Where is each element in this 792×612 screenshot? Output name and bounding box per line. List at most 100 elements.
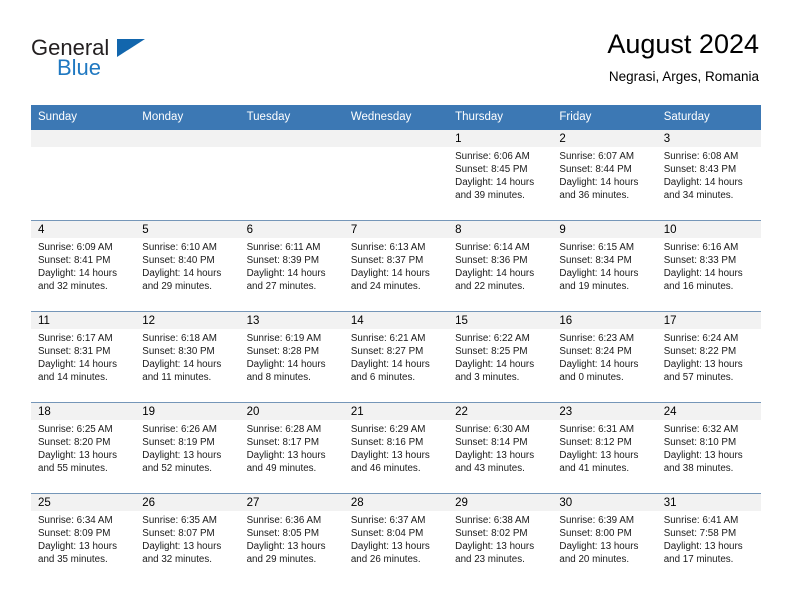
sunset-text: Sunset: 8:25 PM [455,345,528,357]
day-number: 9 [552,221,657,238]
day-cell[interactable]: 8 Sunrise: 6:14 AM Sunset: 8:36 PM Daylight… [448,221,553,311]
day-cell[interactable]: 20 Sunrise: 6:28 AM Sunset: 8:17 PM Dayligh… [239,403,344,493]
sunrise-text: Sunrise: 6:06 AM [455,151,530,162]
day-cell[interactable]: 22 Sunrise: 6:30 AM Sunset: 8:14 PM Dayligh… [448,403,553,493]
day-cell[interactable]: 13 Sunrise: 6:19 AM Sunset: 8:28 PM Dayligh… [239,312,344,402]
day-details: Sunrise: 6:38 AM Sunset: 8:02 PM Daylight:… [448,511,552,567]
day-number: 27 [239,494,344,511]
day-number: 21 [343,403,449,420]
day-cell[interactable]: 4 Sunrise: 6:09 AM Sunset: 8:41 PM Daylight… [31,221,136,311]
day-number: 20 [239,403,344,420]
daylight-text: Daylight: 13 hours and 55 minutes. [38,449,117,474]
day-number: 7 [343,221,449,238]
day-details: Sunrise: 6:19 AM Sunset: 8:28 PM Daylight:… [240,329,344,385]
general-blue-logo[interactable]: General Blue [31,36,151,84]
sunrise-text: Sunrise: 6:35 AM [142,515,217,526]
day-cell[interactable]: 6 Sunrise: 6:11 AM Sunset: 8:39 PM Daylight… [239,221,344,311]
day-cell[interactable]: 9 Sunrise: 6:15 AM Sunset: 8:34 PM Daylight… [552,221,657,311]
daylight-text: Daylight: 14 hours and 8 minutes. [246,358,326,383]
day-cell[interactable]: 19 Sunrise: 6:26 AM Sunset: 8:19 PM Dayligh… [135,403,240,493]
daylight-text: Daylight: 14 hours and 29 minutes. [142,267,222,292]
sunset-text: Sunset: 8:27 PM [350,345,424,357]
day-cell[interactable]: 14 Sunrise: 6:21 AM Sunset: 8:27 PM Dayligh… [343,312,449,402]
calendar-week-row: 18 Sunrise: 6:25 AM Sunset: 8:20 PM Dayligh… [31,402,761,493]
sunrise-text: Sunrise: 6:09 AM [38,242,113,253]
day-details: Sunrise: 6:34 AM Sunset: 8:09 PM Daylight:… [31,511,135,567]
day-cell[interactable]: 17 Sunrise: 6:24 AM Sunset: 8:22 PM Dayligh… [656,312,761,402]
daylight-text: Daylight: 13 hours and 46 minutes. [350,449,430,474]
daylight-text: Daylight: 13 hours and 52 minutes. [142,449,222,474]
day-cell[interactable]: 28 Sunrise: 6:37 AM Sunset: 8:04 PM Dayligh… [343,494,449,584]
triangle-icon [117,39,145,57]
day-cell[interactable]: 29 Sunrise: 6:38 AM Sunset: 8:02 PM Dayligh… [448,494,553,584]
daylight-text: Daylight: 13 hours and 20 minutes. [559,540,639,565]
day-cell[interactable]: 27 Sunrise: 6:36 AM Sunset: 8:05 PM Dayligh… [239,494,344,584]
calendar-week-row: 25 Sunrise: 6:34 AM Sunset: 8:09 PM Dayligh… [31,493,761,584]
daylight-text: Daylight: 13 hours and 38 minutes. [663,449,743,474]
day-cell[interactable]: 30 Sunrise: 6:39 AM Sunset: 8:00 PM Dayligh… [552,494,657,584]
day-cell-empty [239,130,344,220]
day-cell-empty [135,130,240,220]
day-details: Sunrise: 6:26 AM Sunset: 8:19 PM Daylight:… [135,420,239,476]
day-cell[interactable]: 18 Sunrise: 6:25 AM Sunset: 8:20 PM Dayligh… [31,403,136,493]
day-number: 29 [448,494,553,511]
title-block: August 2024 Negrasi, Arges, Romania [607,28,759,85]
sunset-text: Sunset: 8:07 PM [142,527,215,539]
day-cell[interactable]: 24 Sunrise: 6:32 AM Sunset: 8:10 PM Dayligh… [656,403,761,493]
sunset-text: Sunset: 8:39 PM [246,254,319,266]
daylight-text: Daylight: 14 hours and 11 minutes. [142,358,222,383]
day-number: 5 [135,221,240,238]
weekday-header-wednesday: Wednesday [350,111,412,123]
sunset-text: Sunset: 8:19 PM [142,436,215,448]
day-cell[interactable]: 15 Sunrise: 6:22 AM Sunset: 8:25 PM Dayligh… [448,312,553,402]
day-cell[interactable]: 21 Sunrise: 6:29 AM Sunset: 8:16 PM Dayligh… [343,403,449,493]
sunset-text: Sunset: 8:05 PM [246,527,319,539]
weekday-header-sunday: Sunday [38,111,78,123]
day-cell[interactable]: 10 Sunrise: 6:16 AM Sunset: 8:33 PM Dayligh… [656,221,761,311]
daylight-text: Daylight: 14 hours and 24 minutes. [350,267,430,292]
day-cell[interactable]: 2 Sunrise: 6:07 AM Sunset: 8:44 PM Daylight… [552,130,657,220]
day-cell[interactable]: 26 Sunrise: 6:35 AM Sunset: 8:07 PM Dayligh… [135,494,240,584]
sunrise-text: Sunrise: 6:19 AM [246,333,322,344]
sunrise-text: Sunrise: 6:38 AM [455,515,530,526]
day-details: Sunrise: 6:17 AM Sunset: 8:31 PM Daylight:… [31,329,135,385]
day-number: 22 [448,403,553,420]
sunrise-text: Sunrise: 6:08 AM [663,151,739,162]
day-details: Sunrise: 6:32 AM Sunset: 8:10 PM Daylight:… [657,420,761,476]
page-title: August 2024 [607,29,759,59]
sunrise-text: Sunrise: 6:28 AM [246,424,322,435]
day-cell[interactable]: 31 Sunrise: 6:41 AM Sunset: 7:58 PM Dayligh… [656,494,761,584]
sunset-text: Sunset: 8:31 PM [38,345,111,357]
day-cell[interactable]: 11 Sunrise: 6:17 AM Sunset: 8:31 PM Dayligh… [31,312,136,402]
daylight-text: Daylight: 14 hours and 19 minutes. [559,267,639,292]
daylight-text: Daylight: 14 hours and 32 minutes. [38,267,117,292]
day-cell[interactable]: 12 Sunrise: 6:18 AM Sunset: 8:30 PM Dayligh… [135,312,240,402]
day-details: Sunrise: 6:35 AM Sunset: 8:07 PM Daylight:… [135,511,239,567]
day-details: Sunrise: 6:18 AM Sunset: 8:30 PM Daylight:… [135,329,239,385]
day-cell[interactable]: 25 Sunrise: 6:34 AM Sunset: 8:09 PM Dayligh… [31,494,136,584]
sunset-text: Sunset: 8:37 PM [350,254,424,266]
daylight-text: Daylight: 13 hours and 23 minutes. [455,540,535,565]
day-details: Sunrise: 6:07 AM Sunset: 8:44 PM Daylight:… [552,147,656,203]
day-number: 26 [135,494,240,511]
calendar-week-row: 11 Sunrise: 6:17 AM Sunset: 8:31 PM Dayligh… [31,311,761,402]
day-details: Sunrise: 6:06 AM Sunset: 8:45 PM Daylight:… [448,147,552,203]
day-number: 23 [552,403,657,420]
sunset-text: Sunset: 8:16 PM [350,436,424,448]
sunset-text: Sunset: 8:10 PM [663,436,737,448]
weekday-header-monday: Monday [142,111,184,123]
daylight-text: Daylight: 14 hours and 22 minutes. [455,267,535,292]
day-number [239,130,344,147]
sunrise-text: Sunrise: 6:39 AM [559,515,635,526]
day-number: 4 [31,221,136,238]
calendar-grid: Sunday Monday Tuesday Wednesday Thursday Frid… [31,105,761,584]
day-cell[interactable]: 1 Sunrise: 6:06 AM Sunset: 8:45 PM Daylight… [448,130,553,220]
day-cell[interactable]: 23 Sunrise: 6:31 AM Sunset: 8:12 PM Dayligh… [552,403,657,493]
page-header: General Blue August 2024 Negrasi, Arges,… [0,0,792,85]
day-cell[interactable]: 5 Sunrise: 6:10 AM Sunset: 8:40 PM Daylight… [135,221,240,311]
day-cell[interactable]: 7 Sunrise: 6:13 AM Sunset: 8:37 PM Daylight… [343,221,449,311]
day-cell[interactable]: 3 Sunrise: 6:08 AM Sunset: 8:43 PM Daylight… [656,130,761,220]
sunset-text: Sunset: 8:00 PM [559,527,632,539]
day-cell[interactable]: 16 Sunrise: 6:23 AM Sunset: 8:24 PM Dayligh… [552,312,657,402]
sunrise-text: Sunrise: 6:22 AM [455,333,530,344]
